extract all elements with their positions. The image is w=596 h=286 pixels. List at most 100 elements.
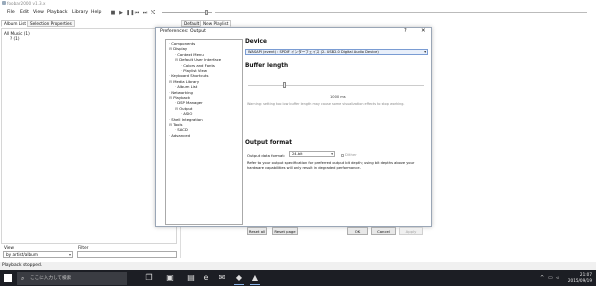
preferences-nav-tree: ·Components ⊟Display ·Context Menu ⊟Default… [165,39,243,225]
dialog-title: Preferences: Output [160,29,206,34]
nav-item[interactable]: ·Networking [169,90,193,95]
taskbar-search[interactable]: ⌕ ここに入力して検索 [17,271,127,285]
collapse-toggle-icon[interactable]: ⊟ [169,122,172,127]
search-icon: ⌕ [21,274,25,282]
apply-button[interactable]: Apply [399,227,423,235]
nav-item[interactable]: ·Playlist View [181,68,207,73]
menu-view[interactable]: View [33,10,44,15]
photos-icon[interactable]: ▲ [250,273,260,285]
nav-item[interactable]: ·Album List [175,84,197,89]
taskbar: ⌕ ここに入力して検索 ❐ ▣ ▤ e ✉ ◆ ▲ ^ ▭ ◃ 21:07 20… [0,270,596,286]
nav-item[interactable]: ⊟Default User Interface [175,57,221,62]
nav-item[interactable]: ·DSP Manager [175,100,203,105]
nav-item[interactable]: ·ASIO [181,111,192,116]
app-icon [2,1,6,5]
task-view-icon[interactable]: ❐ [144,273,154,283]
file-explorer-icon[interactable]: ▤ [186,273,196,283]
reset-page-button[interactable]: Reset page [272,227,298,235]
nav-item-label: Media Library [173,78,200,84]
buffer-length-value: 1000 ms [330,95,346,99]
output-data-format-value: 24-bit [292,152,303,156]
previous-button[interactable]: ⏮ [134,10,140,16]
nav-item-label: Components [171,41,196,46]
view-select[interactable]: by artist/album ▾ [3,251,73,258]
next-button[interactable]: ⏭ [142,10,148,16]
album-list-panel: All Music (1) ? (1) [1,28,177,244]
collapse-toggle-icon[interactable]: ⊟ [169,95,172,100]
filter-input[interactable] [77,251,177,258]
preferences-dialog: Preferences: Output ? ✕ ·Components ⊟Disp… [155,27,432,235]
nav-item-label: Colors and Fonts [183,62,215,68]
dither-checkbox[interactable]: Dither [341,152,357,157]
nav-item[interactable]: ·Advanced [169,133,190,138]
menu-file[interactable]: File [7,10,15,15]
tab-new-playlist[interactable]: New Playlist [200,20,232,27]
stop-button[interactable]: ■ [110,10,116,16]
menu-library[interactable]: Library [72,10,88,15]
nav-item[interactable]: ⊟Media Library [169,79,199,84]
nav-item-label: Default User Interface [179,57,222,63]
tab-album-list[interactable]: Album List [1,20,30,27]
output-format-heading: Output format [245,140,292,146]
cancel-button[interactable]: Cancel [371,227,396,235]
buffer-length-thumb[interactable] [283,82,286,88]
nav-item[interactable]: ⊟Display [169,46,187,51]
random-button[interactable]: ⤭ [150,10,156,16]
network-icon[interactable]: ▭ [548,275,553,281]
buffer-length-warning: Warning: setting too low buffer length m… [247,102,405,106]
volume-icon[interactable]: ◃ [556,275,559,281]
window-title: foobar2000 v1.3.x [7,1,46,6]
status-bar: Playback stopped. [0,262,596,270]
nav-item-label: Display [173,46,188,52]
ok-button[interactable]: OK [347,227,368,235]
menu-help[interactable]: Help [91,10,101,15]
taskbar-clock[interactable]: 21:07 2015/09/19 [568,272,592,283]
buffer-length-slider[interactable] [248,85,424,86]
album-list-item[interactable]: ? (1) [10,36,20,41]
device-select[interactable]: WASAPI (event) : SPDIF インターフェイス (2- USB2… [245,49,428,55]
buffer-length-heading: Buffer length [245,63,289,69]
nav-item[interactable]: ·Context Menu [175,52,204,57]
checkbox-icon [341,153,344,157]
seek-bar[interactable] [215,12,587,13]
reset-all-button[interactable]: Reset all [247,227,267,235]
foobar-icon[interactable]: ◆ [234,273,244,285]
collapse-toggle-icon[interactable]: ⊟ [175,57,178,62]
windows-start-icon[interactable] [4,274,12,282]
nav-item[interactable]: ·Components [169,41,195,46]
nav-item-label: Playback [173,95,191,100]
dither-label: Dither [345,152,357,157]
output-data-format-select[interactable]: 24-bit ▾ [289,151,335,157]
chevron-down-icon: ▾ [68,252,71,257]
tab-selection-properties[interactable]: Selection Properties [27,20,75,27]
volume-thumb[interactable] [205,10,208,15]
nav-item-label: Keyboard Shortcuts [171,73,209,79]
nav-item[interactable]: ·Keyboard Shortcuts [169,73,208,78]
nav-item-label: ASIO [183,111,193,117]
mail-icon[interactable]: ✉ [217,273,227,283]
close-icon[interactable]: ✕ [421,28,426,34]
tray-overflow-icon[interactable]: ^ [540,275,544,281]
collapse-toggle-icon[interactable]: ⊟ [169,79,172,84]
nav-item[interactable]: ⊟Output [175,106,192,111]
nav-item-label: Context Menu [177,51,204,57]
menu-playback[interactable]: Playback [47,10,68,15]
nav-item[interactable]: ·Shell Integration [169,117,203,122]
help-icon[interactable]: ? [404,28,407,34]
output-data-format-label: Output data format: [247,153,286,158]
pause-button[interactable]: ❚❚ [126,10,134,16]
play-button[interactable]: ▶ [118,10,124,16]
nav-item[interactable]: ⊟Tools [169,122,183,127]
store-icon[interactable]: ▣ [165,273,175,283]
nav-item[interactable]: ·Colors and Fonts [181,63,215,68]
collapse-toggle-icon[interactable]: ⊟ [175,106,178,111]
menu-edit[interactable]: Edit [20,10,29,15]
nav-item[interactable]: ⊟Playback [169,95,190,100]
nav-item[interactable]: ·SACD [175,127,188,132]
nav-item-label: Album List [177,84,198,90]
nav-item-label: Playlist View [183,68,207,73]
edge-icon[interactable]: e [201,273,211,283]
collapse-toggle-icon[interactable]: ⊟ [169,46,172,51]
nav-item-label: Tools [173,122,183,127]
nav-item-label: DSP Manager [177,100,203,106]
